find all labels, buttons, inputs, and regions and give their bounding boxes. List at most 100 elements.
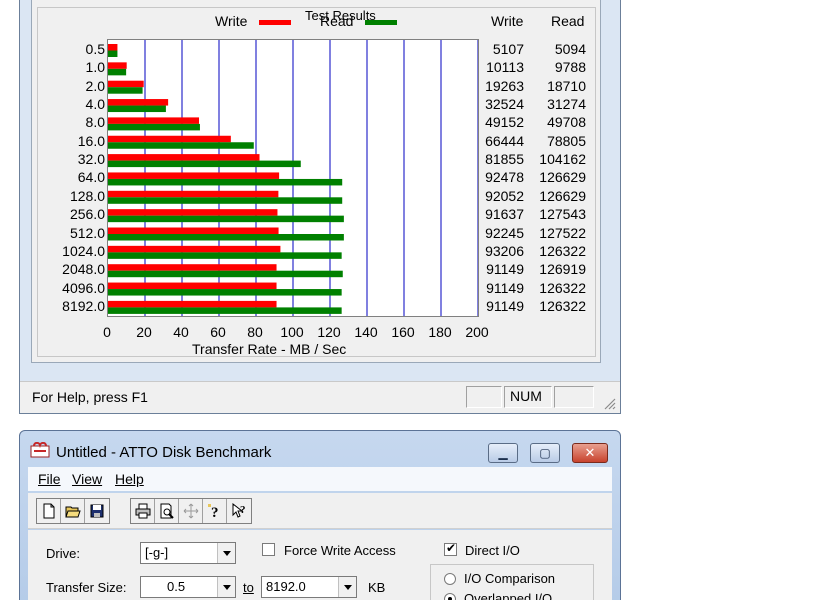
write-value: 10113: [486, 59, 524, 76]
io-comparison-radio[interactable]: [444, 573, 456, 585]
to-label: to: [243, 580, 254, 595]
benchmark-form: Drive: [-g-] Force Write Access Direct I…: [28, 530, 612, 600]
bar-write: [108, 44, 118, 51]
bar-write: [108, 264, 277, 271]
title-bar[interactable]: Untitled - ATTO Disk Benchmark ▁ ▢ ✕: [20, 431, 620, 467]
bar-write: [108, 190, 279, 198]
window-title: Untitled - ATTO Disk Benchmark: [56, 444, 272, 461]
close-icon: ✕: [584, 445, 596, 460]
write-value: 32524: [485, 96, 524, 113]
y-tick-label: 256.0: [69, 206, 105, 223]
menu-bar: File View Help: [28, 467, 612, 491]
write-value: 93206: [485, 242, 524, 259]
y-tick-label: 0.5: [85, 41, 105, 57]
read-value: 5094: [554, 41, 586, 57]
chevron-down-icon[interactable]: [217, 543, 235, 563]
atto-window: Untitled - ATTO Disk Benchmark ▁ ▢ ✕ Fil…: [19, 430, 621, 600]
y-tick-label: 8.0: [85, 114, 105, 131]
x-tick-label: 160: [391, 324, 415, 340]
chart-plot-area: [107, 39, 479, 317]
save-button[interactable]: [85, 499, 109, 523]
bar-write: [108, 227, 279, 234]
bar-write: [108, 300, 277, 308]
write-value: 92478: [485, 169, 524, 186]
y-tick-label: 512.0: [69, 224, 105, 241]
bar-read: [108, 178, 343, 186]
bar-write: [108, 80, 144, 88]
open-icon: [64, 506, 81, 518]
transfer-to-select[interactable]: 8192.0: [261, 576, 357, 598]
print-icon: [135, 503, 150, 519]
bar-write: [108, 282, 277, 290]
read-value: 126322: [539, 242, 586, 259]
write-value: 91149: [486, 297, 524, 314]
new-button[interactable]: [37, 499, 61, 523]
menu-help[interactable]: Help: [115, 471, 144, 487]
direct-io-checkbox[interactable]: [444, 541, 457, 556]
transfer-size-label: Transfer Size:: [46, 580, 127, 595]
menu-file-label: File: [38, 471, 61, 487]
about-button[interactable]: ?: [203, 499, 227, 523]
read-value: 126919: [539, 261, 586, 278]
drive-value: [-g-]: [145, 545, 169, 560]
print-button[interactable]: [131, 499, 155, 523]
bar-read: [108, 252, 342, 259]
bar-read: [108, 270, 343, 278]
overlapped-io-label: Overlapped I/O: [464, 591, 553, 600]
bar-read: [108, 142, 254, 149]
bar-write: [108, 117, 200, 124]
y-tick-label: 4.0: [85, 96, 105, 113]
force-write-checkbox[interactable]: [262, 543, 275, 556]
bar-read: [108, 197, 343, 204]
print-preview-button[interactable]: [155, 499, 179, 523]
open-button[interactable]: [61, 499, 85, 523]
svg-text:?: ?: [240, 504, 246, 516]
bar-read: [108, 307, 342, 314]
bar-read: [108, 87, 143, 94]
drive-select[interactable]: [-g-]: [140, 542, 236, 564]
legend-write-label: Write: [215, 13, 248, 29]
chevron-down-icon[interactable]: [217, 577, 235, 597]
bar-read: [108, 50, 118, 57]
read-value: 104162: [539, 151, 586, 168]
legend-read-swatch: [365, 19, 398, 25]
y-tick-label: 8192.0: [62, 297, 105, 314]
bar-read: [108, 234, 344, 241]
bar-read: [108, 105, 166, 113]
y-tick-label: 1024.0: [62, 242, 105, 259]
bar-write: [108, 62, 127, 69]
transfer-from-select[interactable]: 0.5: [140, 576, 236, 598]
chevron-down-icon[interactable]: [338, 577, 356, 597]
write-value: 92245: [485, 224, 524, 241]
toolbar-group-tools: ? ?: [130, 498, 252, 524]
legend-write: Write: [215, 13, 292, 29]
resize-grip-icon[interactable]: [602, 396, 616, 410]
y-tick-label: 1.0: [85, 59, 105, 76]
read-value: 78805: [547, 132, 586, 149]
bar-write: [108, 99, 169, 106]
status-pane-3: [554, 386, 594, 408]
status-help-text: For Help, press F1: [32, 389, 148, 405]
write-value: 49152: [485, 114, 524, 131]
x-tick-label: 120: [317, 324, 341, 340]
y-tick-label: 2.0: [85, 77, 105, 94]
menu-view[interactable]: View: [72, 471, 102, 487]
x-tick-label: 60: [210, 324, 226, 340]
bar-write: [108, 209, 278, 216]
close-button[interactable]: ✕: [572, 443, 608, 463]
minimize-button[interactable]: ▁: [488, 443, 518, 463]
overlapped-io-radio[interactable]: [444, 593, 456, 600]
results-window: Test Results Write Read Write Read 0.5 1.…: [19, 0, 621, 414]
context-help-button[interactable]: ?: [227, 499, 251, 523]
read-value: 31274: [547, 96, 586, 113]
menu-file[interactable]: File: [38, 471, 61, 487]
toolbar-group-file: [36, 498, 110, 524]
col-head-read: Read: [551, 13, 585, 29]
bar-write: [108, 154, 260, 161]
bar-read: [108, 68, 127, 76]
maximize-button[interactable]: ▢: [530, 443, 560, 463]
menu-view-label: View: [72, 471, 103, 487]
bar-write: [108, 245, 281, 253]
svg-text:?: ?: [211, 505, 219, 519]
move-button[interactable]: [179, 499, 203, 523]
